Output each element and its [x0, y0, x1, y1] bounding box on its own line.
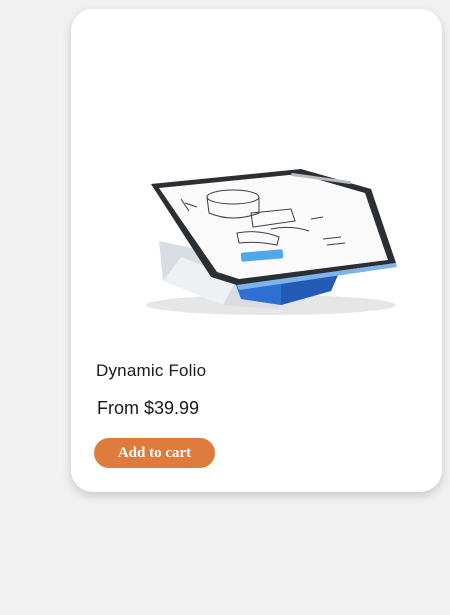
product-price: From $39.99	[97, 398, 200, 418]
product-title[interactable]: Dynamic Folio	[96, 361, 206, 381]
add-to-cart-button[interactable]: Add to cart	[94, 438, 215, 468]
product-image[interactable]	[141, 159, 401, 329]
product-card[interactable]: Dynamic Folio From $39.99 Add to cart	[71, 9, 442, 492]
